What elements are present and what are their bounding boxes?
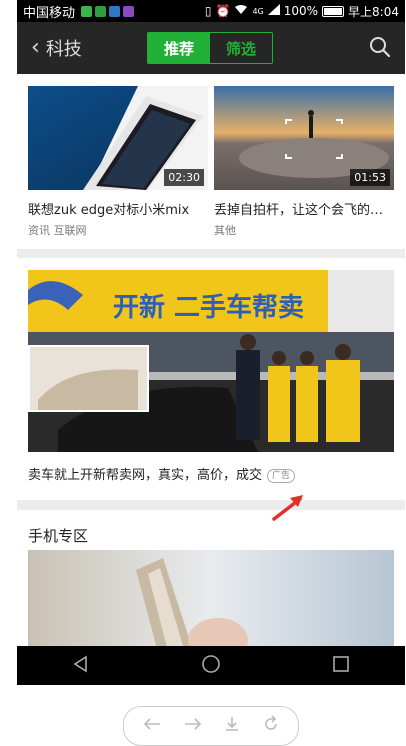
- download-icon[interactable]: [223, 715, 241, 737]
- video-duration: 02:30: [164, 169, 204, 186]
- feed: 02:30 联想zuk edge对标小米mix 资讯 互联网 01:53 丢掉自…: [17, 74, 405, 685]
- message-notification-icon: [109, 5, 121, 17]
- phone-screen: 中国移动 ▯ ⏰ 4G 100% 早上8:04 ‹ 科技 推荐 筛选 02:30…: [17, 0, 405, 685]
- back-label: 科技: [45, 39, 82, 60]
- status-right: ▯ ⏰ 4G 100% 早上8:04: [205, 3, 399, 20]
- ad-sign-text: 开新 二手车帮卖: [113, 292, 304, 323]
- video-duration: 01:53: [350, 169, 390, 186]
- notification-icons: [81, 5, 135, 17]
- video-title[interactable]: 联想zuk edge对标小米mix: [28, 199, 208, 218]
- status-bar: 中国移动 ▯ ⏰ 4G 100% 早上8:04: [17, 0, 405, 22]
- app-notification-icon: [81, 5, 93, 17]
- nav-back-icon[interactable]: [72, 655, 90, 677]
- chevron-left-icon: ‹: [31, 35, 40, 60]
- back-button[interactable]: ‹ 科技: [31, 35, 82, 61]
- signal-icon: [267, 4, 280, 18]
- ad-text-label: 卖车就上开新帮卖网，真实，高价，成交: [28, 468, 263, 483]
- tab-recommend[interactable]: 推荐: [148, 33, 210, 63]
- battery-percent: 100%: [283, 4, 319, 18]
- app-notification-icon: [123, 5, 135, 17]
- browser-toolbar: [123, 706, 299, 746]
- search-icon[interactable]: [369, 36, 391, 58]
- video-thumbnail[interactable]: 01:53: [214, 86, 394, 190]
- vibrate-icon: ▯: [204, 4, 212, 18]
- alarm-icon: ⏰: [215, 4, 231, 18]
- video-card-row: 02:30 联想zuk edge对标小米mix 资讯 互联网 01:53 丢掉自…: [17, 74, 405, 249]
- nav-recents-icon[interactable]: [332, 655, 350, 677]
- browser-back-icon[interactable]: [142, 716, 162, 736]
- battery-icon: [322, 5, 345, 17]
- carrier-label: 中国移动: [23, 5, 76, 21]
- video-title[interactable]: 丢掉自拍杆，让这个会飞的…: [214, 199, 394, 218]
- browser-forward-icon[interactable]: [183, 716, 203, 736]
- ad-card[interactable]: 开新 二手车帮卖 卖车就上开新帮卖网，真实，高价，成交 广告: [17, 258, 405, 500]
- top-navigation-bar: ‹ 科技 推荐 筛选: [17, 22, 405, 74]
- video-thumbnail[interactable]: 02:30: [28, 86, 208, 190]
- ad-badge: 广告: [267, 468, 296, 483]
- clock: 早上8:04: [348, 4, 399, 19]
- system-navigation-bar: [17, 646, 405, 685]
- tab-switcher: 推荐 筛选: [147, 32, 273, 64]
- video-tags: 其他: [214, 224, 236, 237]
- video-tags: 资讯 互联网: [28, 224, 87, 237]
- annotation-arrow-icon: [272, 495, 303, 521]
- ad-image[interactable]: 开新 二手车帮卖: [28, 270, 394, 452]
- app-notification-icon: [95, 5, 107, 17]
- wifi-icon: [234, 4, 248, 18]
- nav-home-icon[interactable]: [201, 654, 221, 678]
- refresh-icon[interactable]: [262, 715, 280, 737]
- network-type: 4G: [252, 6, 264, 16]
- section-title: 手机专区: [28, 527, 89, 545]
- tab-filter[interactable]: 筛选: [210, 33, 272, 63]
- ad-text[interactable]: 卖车就上开新帮卖网，真实，高价，成交 广告: [28, 464, 296, 483]
